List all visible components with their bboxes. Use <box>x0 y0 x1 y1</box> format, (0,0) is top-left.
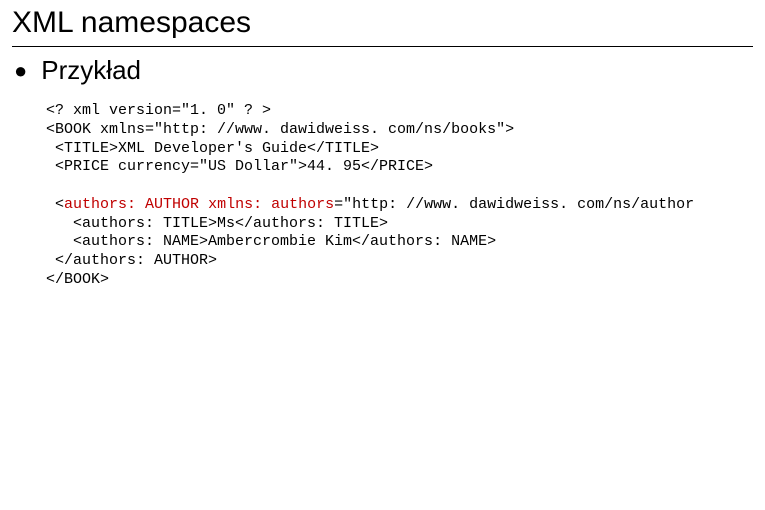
code-line-3: <TITLE>XML Developer's Guide</TITLE> <box>46 140 379 157</box>
code-line-1: <? xml version="1. 0" ? > <box>46 102 271 119</box>
bullet-icon: ● <box>14 60 27 82</box>
code-line-7: <authors: TITLE>Ms</authors: TITLE> <box>46 215 388 232</box>
code-line-9: </authors: AUTHOR> <box>46 252 217 269</box>
slide: XML namespaces ● Przykład <? xml version… <box>0 0 765 510</box>
code-line-6e: ="http: //www. dawidweiss. com/ns/author <box>334 196 694 213</box>
code-line-6b: authors: AUTHOR <box>64 196 199 213</box>
subtitle-row: ● Przykład <box>14 55 753 86</box>
code-line-6d: xmlns: authors <box>208 196 334 213</box>
subtitle: Przykład <box>41 55 141 86</box>
code-line-4: <PRICE currency="US Dollar">44. 95</PRIC… <box>46 158 433 175</box>
code-line-6c <box>199 196 208 213</box>
code-line-8: <authors: NAME>Ambercrombie Kim</authors… <box>46 233 496 250</box>
slide-title: XML namespaces <box>12 6 753 47</box>
code-line-2: <BOOK xmlns="http: //www. dawidweiss. co… <box>46 121 514 138</box>
code-block: <? xml version="1. 0" ? > <BOOK xmlns="h… <box>46 102 753 290</box>
code-line-10: </BOOK> <box>46 271 109 288</box>
code-line-6a: < <box>46 196 64 213</box>
